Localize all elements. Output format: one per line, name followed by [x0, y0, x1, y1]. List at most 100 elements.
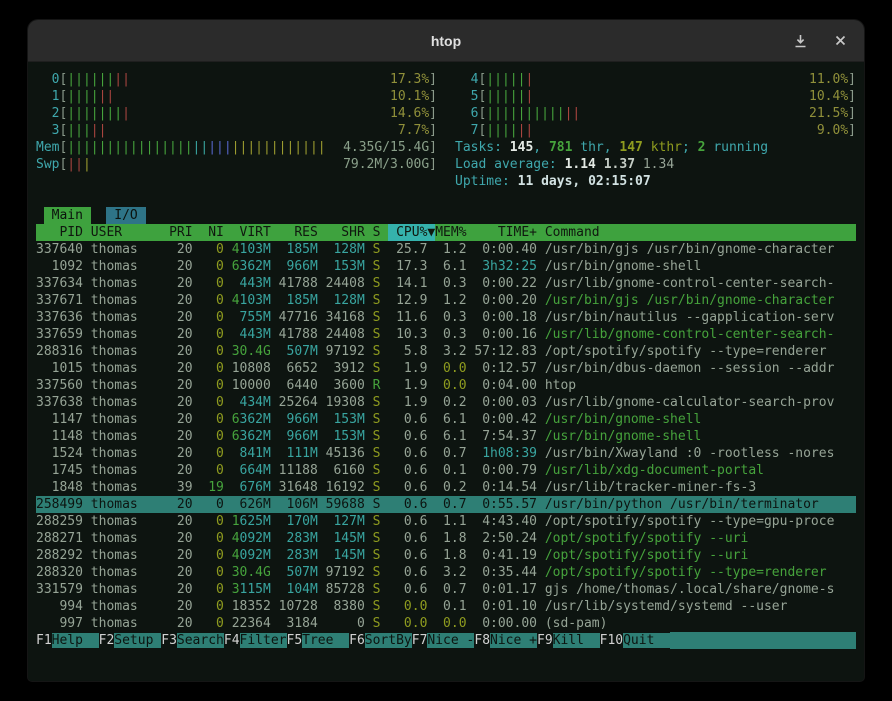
fkey-tree[interactable]: F5Tree [287, 632, 350, 649]
process-row[interactable]: 337638 thomas 20 0 434M 25264 19308 S 1.… [36, 394, 856, 411]
cell-time: 0:00.03 [474, 394, 544, 411]
process-row[interactable]: 1015 thomas 20 0 10808 6652 3912 S 1.9 0… [36, 360, 856, 377]
download-icon[interactable] [792, 33, 808, 49]
cell-res: 47716 [279, 309, 326, 326]
meter-bracket-close: ] [848, 122, 856, 139]
process-table: 337640 thomas 20 0 4103M 185M 128M S 25.… [36, 241, 856, 632]
cell-pri: 20 [169, 581, 200, 598]
process-row[interactable]: 331579 thomas 20 0 3115M 104M 85728 S 0.… [36, 581, 856, 598]
process-row[interactable]: 337636 thomas 20 0 755M 47716 34168 S 11… [36, 309, 856, 326]
cell-res: 185M [279, 292, 326, 309]
fkey-kill[interactable]: F9Kill [537, 632, 600, 649]
process-row-selected[interactable]: 258499 thomas 20 0 626M 106M 59688 S 0.6… [36, 496, 856, 513]
process-row[interactable]: 1524 thomas 20 0 841M 111M 45136 S 0.6 0… [36, 445, 856, 462]
fkey-quit[interactable]: F10Quit [600, 632, 670, 649]
cell-ni: 0 [200, 547, 231, 564]
process-row[interactable]: 337560 thomas 20 0 10000 6440 3600 R 1.9… [36, 377, 856, 394]
tab-io[interactable]: I/O [106, 207, 145, 224]
meter-value: 9.0% [817, 122, 848, 139]
col-header-mem[interactable]: MEM% [435, 224, 474, 241]
fkey-sortby[interactable]: F6SortBy [349, 632, 412, 649]
process-row[interactable]: 1745 thomas 20 0 664M 11188 6160 S 0.6 0… [36, 462, 856, 479]
cell-shr: 8380 [326, 598, 373, 615]
col-header-res[interactable]: RES [279, 224, 326, 241]
col-header-cpu[interactable]: CPU%▼ [388, 224, 435, 241]
cell-ni: 0 [200, 530, 231, 547]
fkey-setup[interactable]: F2Setup [99, 632, 162, 649]
cell-shr: 3912 [326, 360, 373, 377]
cell-pid: 994 [36, 598, 91, 615]
cell-virt: 4103M [232, 241, 279, 258]
cell-virt: 4092M [232, 547, 279, 564]
cell-ni: 0 [200, 581, 231, 598]
cell-virt: 10808 [232, 360, 279, 377]
meter-bracket-close: ] [848, 105, 856, 122]
col-header-s[interactable]: S [373, 224, 389, 241]
cell-user: thomas [91, 496, 169, 513]
cell-ni: 0 [200, 411, 231, 428]
cell-ni: 0 [200, 598, 231, 615]
col-header-virt[interactable]: VIRT [232, 224, 279, 241]
cell-pri: 20 [169, 564, 200, 581]
process-row[interactable]: 288271 thomas 20 0 4092M 283M 145M S 0.6… [36, 530, 856, 547]
cell-ni: 0 [200, 326, 231, 343]
cell-time: 0:14.54 [474, 479, 544, 496]
cell-ni: 0 [200, 258, 231, 275]
process-row[interactable]: 1148 thomas 20 0 6362M 966M 153M S 0.6 6… [36, 428, 856, 445]
fkey-filter[interactable]: F4Filter [224, 632, 287, 649]
cell-ni: 0 [200, 343, 231, 360]
cell-user: thomas [91, 547, 169, 564]
process-row[interactable]: 1848 thomas 39 19 676M 31648 16192 S 0.6… [36, 479, 856, 496]
col-header-shr[interactable]: SHR [326, 224, 373, 241]
process-row[interactable]: 288316 thomas 20 0 30.4G 507M 97192 S 5.… [36, 343, 856, 360]
process-row[interactable]: 994 thomas 20 0 18352 10728 8380 S 0.0 0… [36, 598, 856, 615]
window-titlebar[interactable]: htop [28, 20, 864, 62]
fkey-help[interactable]: F1Help [36, 632, 99, 649]
cell-virt: 6362M [232, 258, 279, 275]
cell-mem: 0.3 [435, 275, 474, 292]
cell-time: 0:00.00 [474, 615, 544, 632]
fkey-search[interactable]: F3Search [161, 632, 224, 649]
col-header-pri[interactable]: PRI [169, 224, 200, 241]
cell-command: /usr/lib/gnome-control-center-search- [545, 326, 856, 343]
cell-virt: 443M [232, 275, 279, 292]
cell-mem: 0.1 [435, 598, 474, 615]
meter-bracket-open: [ [59, 122, 67, 139]
col-header-user[interactable]: USER [91, 224, 169, 241]
fkey-label: Kill [553, 633, 600, 648]
process-row[interactable]: 337659 thomas 20 0 443M 41788 24408 S 10… [36, 326, 856, 343]
cell-pri: 20 [169, 360, 200, 377]
cell-user: thomas [91, 326, 169, 343]
meter-label: 4 [455, 71, 478, 88]
col-header-pid[interactable]: PID [36, 224, 91, 241]
fkey-nice[interactable]: F8Nice + [474, 632, 537, 649]
process-row[interactable]: 288292 thomas 20 0 4092M 283M 145M S 0.6… [36, 547, 856, 564]
process-row[interactable]: 337640 thomas 20 0 4103M 185M 128M S 25.… [36, 241, 856, 258]
cell-pid: 337634 [36, 275, 91, 292]
col-header-ni[interactable]: NI [200, 224, 231, 241]
fkey-number: F1 [36, 633, 52, 648]
blank-line [36, 190, 856, 207]
cell-shr: 0 [326, 615, 373, 632]
cell-user: thomas [91, 462, 169, 479]
cell-command: /usr/bin/Xwayland :0 -rootless -nores [545, 445, 856, 462]
process-row[interactable]: 337634 thomas 20 0 443M 41788 24408 S 14… [36, 275, 856, 292]
cell-pid: 1524 [36, 445, 91, 462]
cell-command: htop [545, 377, 856, 394]
process-row[interactable]: 288259 thomas 20 0 1625M 170M 127M S 0.6… [36, 513, 856, 530]
meter-bars: |||||| [486, 71, 533, 88]
process-row[interactable]: 1092 thomas 20 0 6362M 966M 153M S 17.3 … [36, 258, 856, 275]
meter-value: 11.0% [809, 71, 848, 88]
close-icon[interactable] [832, 33, 848, 49]
col-header-command[interactable]: Command [545, 224, 600, 241]
process-row[interactable]: 997 thomas 20 0 22364 3184 0 S 0.0 0.0 0… [36, 615, 856, 632]
process-row[interactable]: 1147 thomas 20 0 6362M 966M 153M S 0.6 6… [36, 411, 856, 428]
cell-shr: 34168 [326, 309, 373, 326]
col-header-time[interactable]: TIME+ [474, 224, 544, 241]
process-row[interactable]: 337671 thomas 20 0 4103M 185M 128M S 12.… [36, 292, 856, 309]
cell-pri: 20 [169, 275, 200, 292]
process-row[interactable]: 288320 thomas 20 0 30.4G 507M 97192 S 0.… [36, 564, 856, 581]
tab-main[interactable]: Main [44, 207, 91, 224]
fkey-nice[interactable]: F7Nice - [412, 632, 475, 649]
cell-ni: 0 [200, 394, 231, 411]
